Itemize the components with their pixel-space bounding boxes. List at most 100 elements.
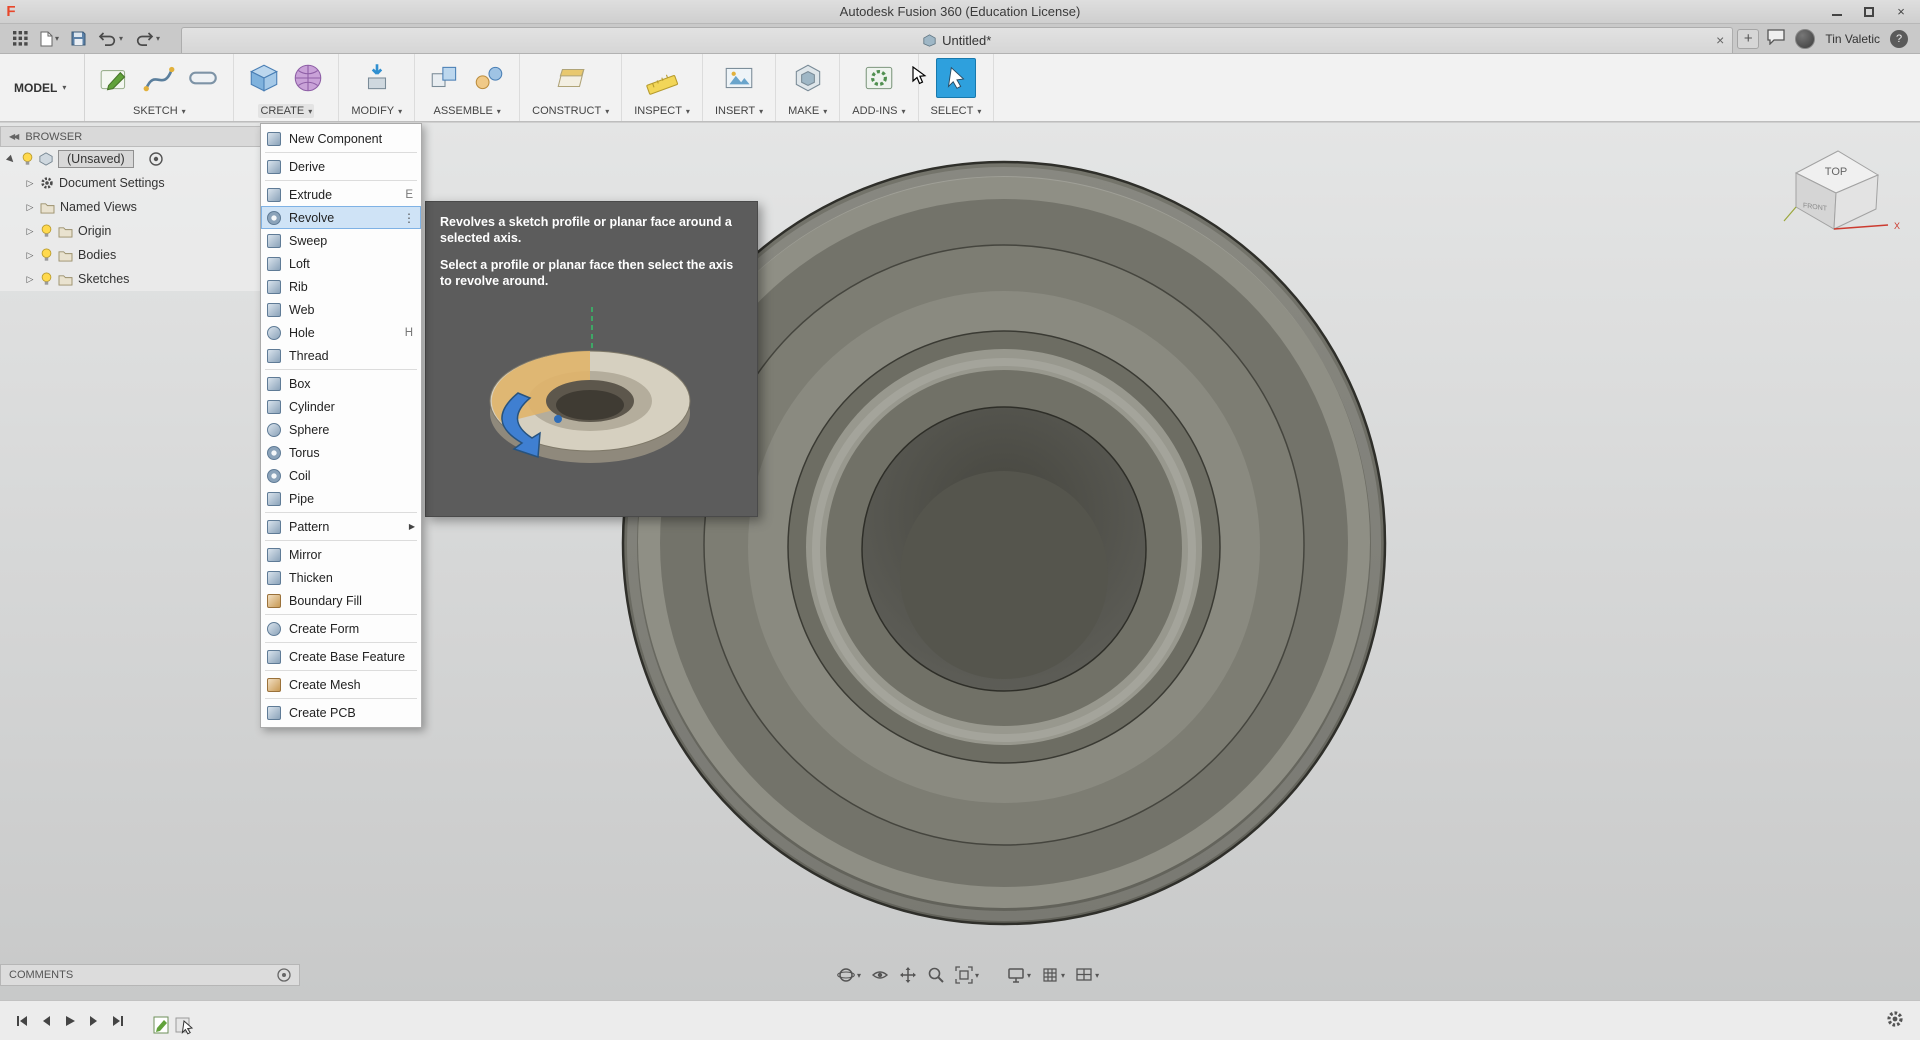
apps-grid-icon[interactable] bbox=[10, 29, 31, 48]
look-at-button[interactable] bbox=[868, 964, 892, 986]
inspect-menu-button[interactable]: INSPECT▾ bbox=[632, 104, 692, 118]
menu-item-revolve[interactable]: Revolve⋮ bbox=[261, 206, 421, 229]
options-dots-icon[interactable]: ⋮ bbox=[403, 211, 415, 225]
timeline-pending-revolve-feature[interactable] bbox=[175, 1014, 195, 1036]
save-icon[interactable] bbox=[68, 29, 89, 48]
timeline-settings-gear-icon[interactable] bbox=[1886, 1010, 1910, 1031]
redo-icon[interactable]: ▾ bbox=[132, 30, 163, 48]
addins-menu-button[interactable]: ADD-INS▾ bbox=[850, 104, 907, 118]
new-component-icon[interactable] bbox=[425, 58, 465, 98]
collapse-panel-icon[interactable]: ◀◀ bbox=[9, 132, 17, 141]
expand-closed-icon[interactable]: ▷ bbox=[25, 274, 35, 285]
close-icon[interactable]: × bbox=[1894, 5, 1908, 19]
menu-item-derive[interactable]: Derive bbox=[261, 155, 421, 178]
expand-closed-icon[interactable]: ▷ bbox=[25, 250, 35, 261]
create-menu-button[interactable]: CREATE▾ bbox=[258, 104, 314, 118]
bulb-icon[interactable] bbox=[40, 224, 53, 238]
expand-closed-icon[interactable]: ▷ bbox=[25, 178, 35, 189]
file-menu-icon[interactable]: ▾ bbox=[37, 29, 62, 49]
timeline-step-back-button[interactable] bbox=[34, 1009, 58, 1033]
timeline-go-to-end-button[interactable] bbox=[106, 1009, 130, 1033]
view-cube[interactable]: TOP FRONT X bbox=[1772, 123, 1902, 248]
menu-item-sweep[interactable]: Sweep bbox=[261, 229, 421, 252]
select-menu-button[interactable]: SELECT▾ bbox=[929, 104, 984, 118]
create-form-icon[interactable] bbox=[288, 58, 328, 98]
menu-item-cylinder[interactable]: Cylinder bbox=[261, 395, 421, 418]
expand-closed-icon[interactable]: ▷ bbox=[25, 202, 35, 213]
browser-item-document-settings[interactable]: ▷ Document Settings bbox=[0, 171, 264, 195]
construct-plane-icon[interactable] bbox=[551, 58, 591, 98]
construct-menu-button[interactable]: CONSTRUCT▾ bbox=[530, 104, 611, 118]
comments-bar[interactable]: COMMENTS bbox=[0, 964, 300, 986]
sketch-spline-icon[interactable] bbox=[139, 58, 179, 98]
orbit-button[interactable]: ▾ bbox=[834, 964, 864, 986]
press-pull-icon[interactable] bbox=[357, 58, 397, 98]
menu-item-create-mesh[interactable]: Create Mesh bbox=[261, 673, 421, 696]
sketch-slot-icon[interactable] bbox=[183, 58, 223, 98]
create-solid-icon[interactable] bbox=[244, 58, 284, 98]
viewports-button[interactable]: ▾ bbox=[1072, 964, 1102, 986]
expand-open-icon[interactable]: ▶ bbox=[4, 152, 19, 167]
menu-item-mirror[interactable]: Mirror bbox=[261, 543, 421, 566]
menu-item-extrude[interactable]: ExtrudeE bbox=[261, 183, 421, 206]
browser-item-named-views[interactable]: ▷ Named Views bbox=[0, 195, 264, 219]
addins-icon[interactable] bbox=[859, 58, 899, 98]
make-menu-button[interactable]: MAKE▾ bbox=[786, 104, 829, 118]
menu-item-loft[interactable]: Loft bbox=[261, 252, 421, 275]
create-sketch-icon[interactable] bbox=[95, 58, 135, 98]
menu-item-create-pcb[interactable]: Create PCB bbox=[261, 701, 421, 724]
expand-closed-icon[interactable]: ▷ bbox=[25, 226, 35, 237]
insert-menu-button[interactable]: INSERT▾ bbox=[713, 104, 765, 118]
document-tab[interactable]: Untitled* × bbox=[181, 27, 1733, 53]
assemble-menu-button[interactable]: ASSEMBLE▾ bbox=[431, 104, 502, 118]
browser-item-origin[interactable]: ▷ Origin bbox=[0, 219, 264, 243]
bulb-icon[interactable] bbox=[21, 152, 34, 166]
timeline-play-button[interactable] bbox=[58, 1009, 82, 1033]
zoom-button[interactable] bbox=[924, 964, 948, 986]
tab-close-icon[interactable]: × bbox=[1716, 32, 1724, 48]
bulb-icon[interactable] bbox=[40, 272, 53, 286]
menu-item-sphere[interactable]: Sphere bbox=[261, 418, 421, 441]
menu-item-coil[interactable]: Coil bbox=[261, 464, 421, 487]
menu-item-thicken[interactable]: Thicken bbox=[261, 566, 421, 589]
select-tool-icon[interactable] bbox=[936, 58, 976, 98]
root-document-label[interactable]: (Unsaved) bbox=[58, 150, 134, 168]
capture-position-icon[interactable] bbox=[149, 152, 163, 166]
avatar[interactable] bbox=[1795, 29, 1815, 49]
menu-item-new-component[interactable]: New Component bbox=[261, 127, 421, 150]
comments-bubble-icon[interactable] bbox=[1767, 29, 1785, 48]
insert-canvas-icon[interactable] bbox=[719, 58, 759, 98]
sketch-menu-button[interactable]: SKETCH▾ bbox=[131, 104, 188, 118]
minimize-icon[interactable] bbox=[1830, 5, 1844, 19]
undo-icon[interactable]: ▾ bbox=[95, 30, 126, 48]
joint-icon[interactable] bbox=[469, 58, 509, 98]
viewport-canvas[interactable]: TOP FRONT X ◀◀ BROWSER ▶ (Unsaved) bbox=[0, 123, 1920, 1000]
menu-item-box[interactable]: Box bbox=[261, 372, 421, 395]
make-icon[interactable] bbox=[788, 58, 828, 98]
modify-menu-button[interactable]: MODIFY▾ bbox=[349, 104, 404, 118]
comments-expand-icon[interactable] bbox=[277, 968, 291, 982]
bulb-icon[interactable] bbox=[40, 248, 53, 262]
new-tab-button[interactable]: + bbox=[1737, 29, 1759, 49]
menu-item-create-base-feature[interactable]: Create Base Feature bbox=[261, 645, 421, 668]
menu-item-boundary-fill[interactable]: Boundary Fill bbox=[261, 589, 421, 612]
menu-item-hole[interactable]: HoleH bbox=[261, 321, 421, 344]
menu-item-pattern[interactable]: Pattern▶ bbox=[261, 515, 421, 538]
browser-item-bodies[interactable]: ▷ Bodies bbox=[0, 243, 264, 267]
menu-item-web[interactable]: Web bbox=[261, 298, 421, 321]
timeline-go-to-start-button[interactable] bbox=[10, 1009, 34, 1033]
menu-item-thread[interactable]: Thread bbox=[261, 344, 421, 367]
measure-icon[interactable] bbox=[642, 58, 682, 98]
fit-button[interactable]: ▾ bbox=[952, 964, 982, 986]
help-icon[interactable]: ? bbox=[1890, 30, 1908, 48]
display-settings-button[interactable]: ▾ bbox=[1004, 964, 1034, 986]
menu-item-pipe[interactable]: Pipe bbox=[261, 487, 421, 510]
grid-snaps-button[interactable]: ▾ bbox=[1038, 964, 1068, 986]
browser-item-sketches[interactable]: ▷ Sketches bbox=[0, 267, 264, 291]
menu-item-rib[interactable]: Rib bbox=[261, 275, 421, 298]
menu-item-torus[interactable]: Torus bbox=[261, 441, 421, 464]
maximize-icon[interactable] bbox=[1862, 5, 1876, 19]
browser-root-row[interactable]: ▶ (Unsaved) bbox=[0, 147, 264, 171]
timeline-sketch-feature[interactable] bbox=[152, 1014, 172, 1036]
pan-button[interactable] bbox=[896, 964, 920, 986]
